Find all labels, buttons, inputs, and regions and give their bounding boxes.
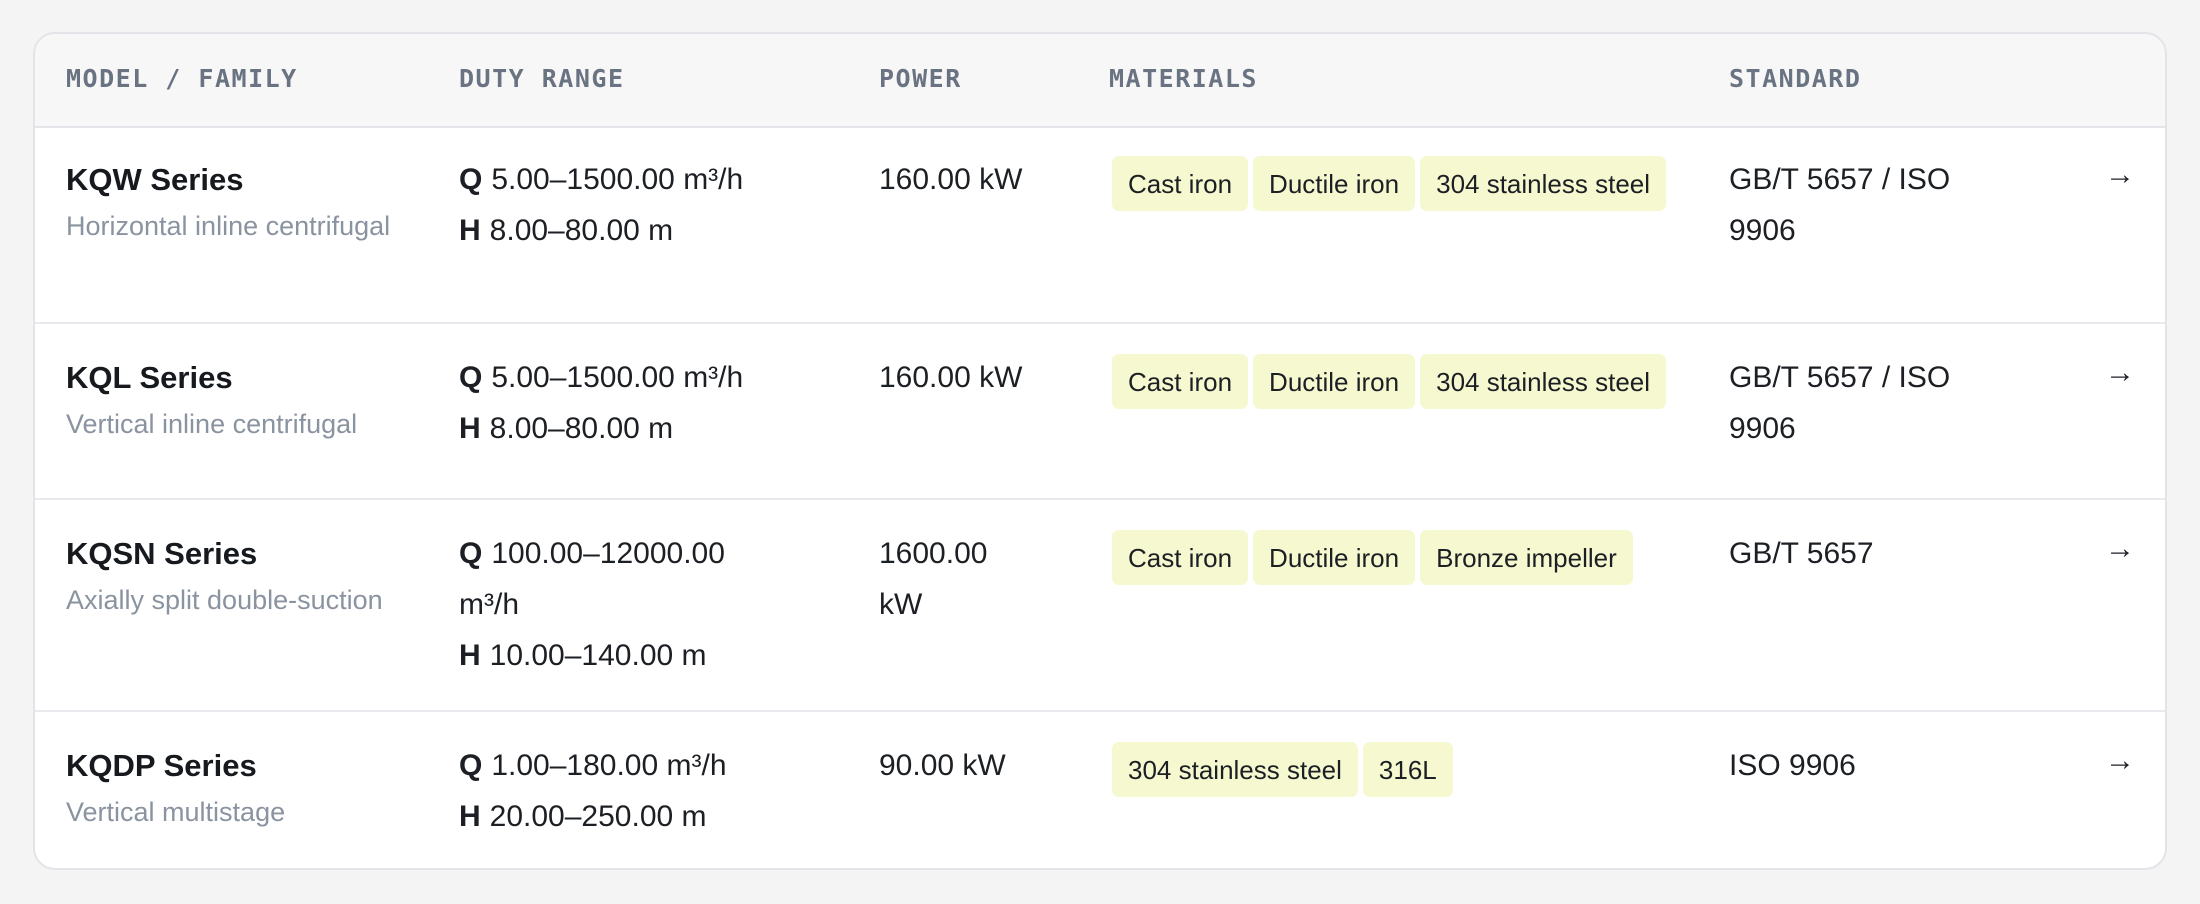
column-header-materials[interactable]: MATERIALS (1109, 64, 1258, 93)
column-header-standard[interactable]: STANDARD (1729, 64, 1861, 93)
arrow-right-icon[interactable]: → (2105, 746, 2135, 776)
materials-tags: Cast iron Ductile iron 304 stainless ste… (1112, 156, 1672, 211)
model-subtitle: Vertical multistage (66, 797, 286, 827)
model-cell: KQW Series Horizontal inline centrifugal (66, 158, 406, 249)
model-cell: KQSN Series Axially split double-suction (66, 532, 446, 623)
duty-cell: Q 100.00–12000.00 m³/h H 10.00–140.00 m (459, 528, 769, 681)
power-value: 1600.00 kW (879, 537, 988, 621)
head-key: H (459, 412, 481, 445)
head-range: H 10.00–140.00 m (459, 630, 769, 681)
arrow-right-icon[interactable]: → (2105, 534, 2135, 564)
head-key: H (459, 800, 481, 833)
material-tag: 304 stainless steel (1420, 156, 1667, 211)
flow-value: 100.00–12000.00 m³/h (459, 537, 725, 621)
duty-cell: Q 1.00–180.00 m³/h H 20.00–250.00 m (459, 740, 789, 842)
flow-range: Q 100.00–12000.00 m³/h (459, 528, 769, 630)
model-name: KQL Series (66, 360, 233, 395)
material-tag: Ductile iron (1253, 354, 1416, 409)
flow-key: Q (459, 361, 483, 394)
model-subtitle: Horizontal inline centrifugal (66, 211, 391, 241)
power-value: 160.00 kW (879, 163, 1023, 196)
material-tag: Ductile iron (1253, 156, 1416, 211)
head-key: H (459, 214, 481, 247)
flow-range: Q 5.00–1500.00 m³/h (459, 154, 789, 205)
flow-key: Q (459, 749, 483, 782)
model-subtitle: Vertical inline centrifugal (66, 409, 358, 439)
material-tag: Ductile iron (1253, 530, 1416, 585)
head-value: 20.00–250.00 m (489, 800, 707, 833)
material-tag: Bronze impeller (1420, 530, 1633, 585)
materials-tags: Cast iron Ductile iron 304 stainless ste… (1112, 354, 1672, 409)
duty-cell: Q 5.00–1500.00 m³/h H 8.00–80.00 m (459, 352, 789, 454)
model-subtitle: Axially split double-suction (66, 585, 383, 615)
material-tag: Cast iron (1112, 530, 1249, 585)
standard-value: GB/T 5657 / ISO 9906 (1729, 361, 1951, 445)
arrow-right-icon[interactable]: → (2105, 358, 2135, 388)
model-cell: KQDP Series Vertical multistage (66, 744, 426, 835)
table-row[interactable]: KQSN Series Axially split double-suction… (35, 500, 2165, 712)
flow-range: Q 1.00–180.00 m³/h (459, 740, 789, 791)
materials-tags: 304 stainless steel 316L (1112, 742, 1672, 797)
column-header-model[interactable]: MODEL / FAMILY (66, 64, 298, 93)
material-tag: 316L (1362, 742, 1453, 797)
flow-value: 1.00–180.00 m³/h (491, 749, 727, 782)
material-tag: Cast iron (1112, 156, 1249, 211)
head-value: 10.00–140.00 m (489, 639, 707, 672)
flow-key: Q (459, 163, 483, 196)
material-tag: 304 stainless steel (1112, 742, 1358, 797)
column-header-duty[interactable]: DUTY RANGE (459, 64, 625, 93)
table-row[interactable]: KQDP Series Vertical multistage Q 1.00–18… (35, 712, 2165, 868)
column-header-power[interactable]: POWER (879, 64, 962, 93)
model-name: KQSN Series (66, 536, 258, 571)
head-key: H (459, 639, 481, 672)
material-tag: 304 stainless steel (1420, 354, 1667, 409)
head-range: H 8.00–80.00 m (459, 403, 789, 454)
table-row[interactable]: KQL Series Vertical inline centrifugal Q… (35, 324, 2165, 500)
head-value: 8.00–80.00 m (489, 412, 674, 445)
head-range: H 8.00–80.00 m (459, 205, 789, 256)
power-value: 90.00 kW (879, 749, 1006, 782)
arrow-right-icon[interactable]: → (2105, 160, 2135, 190)
material-tag: Cast iron (1112, 354, 1249, 409)
duty-cell: Q 5.00–1500.00 m³/h H 8.00–80.00 m (459, 154, 789, 256)
standard-value: GB/T 5657 / ISO 9906 (1729, 163, 1951, 247)
pump-series-table: MODEL / FAMILY DUTY RANGE POWER MATERIAL… (33, 32, 2167, 870)
power-value: 160.00 kW (879, 361, 1023, 394)
model-name: KQW Series (66, 162, 244, 197)
standard-value: GB/T 5657 (1729, 537, 1874, 570)
table-header: MODEL / FAMILY DUTY RANGE POWER MATERIAL… (35, 34, 2165, 128)
head-range: H 20.00–250.00 m (459, 791, 789, 842)
model-name: KQDP Series (66, 748, 257, 783)
flow-value: 5.00–1500.00 m³/h (491, 163, 744, 196)
standard-value: ISO 9906 (1729, 749, 1856, 782)
flow-key: Q (459, 537, 483, 570)
materials-tags: Cast iron Ductile iron Bronze impeller (1112, 530, 1672, 585)
head-value: 8.00–80.00 m (489, 214, 674, 247)
flow-value: 5.00–1500.00 m³/h (491, 361, 744, 394)
table-row[interactable]: KQW Series Horizontal inline centrifugal… (35, 126, 2165, 324)
flow-range: Q 5.00–1500.00 m³/h (459, 352, 789, 403)
model-cell: KQL Series Vertical inline centrifugal (66, 356, 426, 447)
